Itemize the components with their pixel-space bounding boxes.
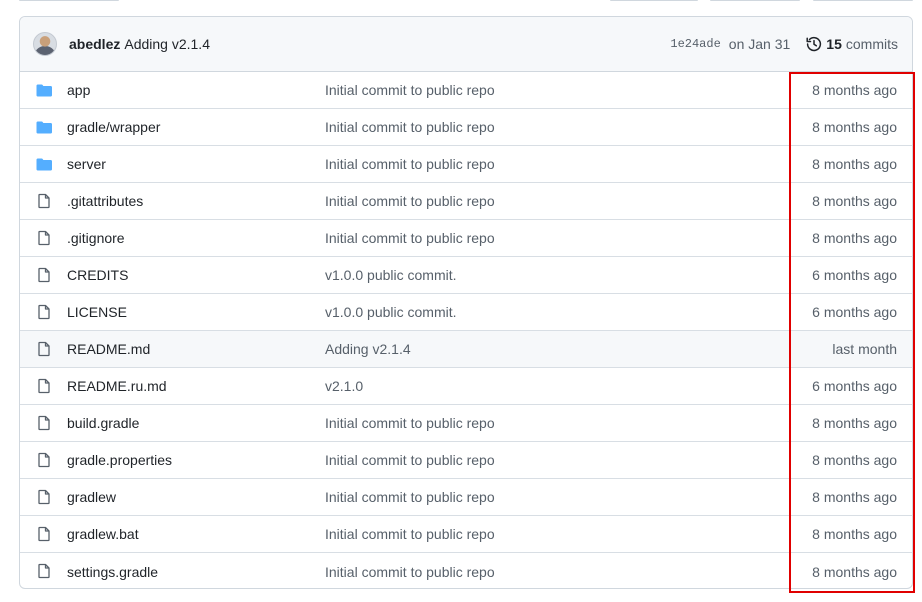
latest-commit-bar: abedlez Adding v2.1.4 1e24ade on Jan 31 … (20, 17, 912, 72)
file-icon (36, 452, 52, 468)
file-commit-age: 8 months ago (812, 489, 897, 505)
avatar[interactable] (33, 32, 57, 56)
file-row[interactable]: CREDITS v1.0.0 public commit. 6 months ago (20, 257, 912, 294)
file-row[interactable]: gradlew.bat Initial commit to public repo… (20, 516, 912, 553)
file-commit-message-link[interactable]: Initial commit to public repo (325, 452, 495, 468)
file-commit-message-link[interactable]: v2.1.0 (325, 378, 363, 394)
file-commit-age: 8 months ago (812, 230, 897, 246)
file-row[interactable]: README.md Adding v2.1.4 last month (20, 331, 912, 368)
commit-date: on Jan 31 (728, 36, 791, 52)
file-name-link[interactable]: .gitattributes (67, 193, 143, 209)
file-list: app Initial commit to public repo 8 months… (20, 72, 912, 588)
file-commit-message-link[interactable]: Initial commit to public repo (325, 119, 495, 135)
file-row[interactable]: gradle.properties Initial commit to publi… (20, 442, 912, 479)
file-commit-message-link[interactable]: Initial commit to public repo (325, 415, 495, 431)
file-name-link[interactable]: gradlew.bat (67, 526, 139, 542)
file-icon (36, 489, 52, 505)
file-name-link[interactable]: README.ru.md (67, 378, 167, 394)
commit-history-link[interactable]: 15 commits (806, 36, 898, 52)
file-commit-message-link[interactable]: Initial commit to public repo (325, 193, 495, 209)
file-icon (36, 378, 52, 394)
history-icon (806, 36, 822, 52)
file-commit-age: last month (832, 341, 897, 357)
top-toolbar-remnant (19, 0, 119, 1)
file-name-link[interactable]: settings.gradle (67, 564, 158, 580)
file-row[interactable]: .gitattributes Initial commit to public r… (20, 183, 912, 220)
file-commit-message-link[interactable]: Initial commit to public repo (325, 489, 495, 505)
file-name-link[interactable]: .gitignore (67, 230, 125, 246)
commits-count: 15 (826, 36, 842, 52)
file-commit-age: 8 months ago (812, 156, 897, 172)
file-row[interactable]: .gitignore Initial commit to public repo 8… (20, 220, 912, 257)
folder-icon (36, 156, 52, 172)
file-name-link[interactable]: server (67, 156, 106, 172)
file-commit-age: 6 months ago (812, 378, 897, 394)
top-toolbar-remnant (710, 0, 800, 1)
commit-author-link[interactable]: abedlez (69, 36, 120, 52)
file-name-link[interactable]: app (67, 82, 90, 98)
file-row[interactable]: LICENSE v1.0.0 public commit. 6 months ago (20, 294, 912, 331)
commits-label: commits (845, 36, 898, 52)
file-row[interactable]: server Initial commit to public repo 8 mon… (20, 146, 912, 183)
file-commit-age: 8 months ago (812, 119, 897, 135)
file-name-link[interactable]: build.gradle (67, 415, 139, 431)
folder-icon (36, 119, 52, 135)
file-name-link[interactable]: gradle/wrapper (67, 119, 160, 135)
file-commit-message-link[interactable]: Initial commit to public repo (325, 230, 495, 246)
file-icon (36, 193, 52, 209)
commit-message-link[interactable]: Adding v2.1.4 (124, 36, 210, 52)
file-commit-age: 8 months ago (812, 526, 897, 542)
file-row[interactable]: settings.gradle Initial commit to public … (20, 553, 912, 588)
file-commit-age: 8 months ago (812, 563, 897, 580)
file-name-link[interactable]: gradlew (67, 489, 116, 505)
top-toolbar-remnant (610, 0, 698, 1)
file-commit-message-link[interactable]: v1.0.0 public commit. (325, 267, 457, 283)
file-row[interactable]: build.gradle Initial commit to public rep… (20, 405, 912, 442)
file-commit-message-link[interactable]: Initial commit to public repo (325, 82, 495, 98)
file-commit-age: 8 months ago (812, 193, 897, 209)
file-commit-age: 6 months ago (812, 304, 897, 320)
file-name-link[interactable]: README.md (67, 341, 150, 357)
folder-icon (36, 82, 52, 98)
file-name-link[interactable]: LICENSE (67, 304, 127, 320)
file-name-link[interactable]: gradle.properties (67, 452, 172, 468)
file-commit-age: 8 months ago (812, 82, 897, 98)
file-row[interactable]: gradlew Initial commit to public repo 8 mo… (20, 479, 912, 516)
file-row[interactable]: gradle/wrapper Initial commit to public r… (20, 109, 912, 146)
file-commit-message-link[interactable]: Adding v2.1.4 (325, 341, 411, 357)
file-icon (36, 267, 52, 283)
file-commit-message-link[interactable]: Initial commit to public repo (325, 156, 495, 172)
file-commit-age: 6 months ago (812, 267, 897, 283)
file-commit-age: 8 months ago (812, 452, 897, 468)
file-icon (36, 304, 52, 320)
file-icon (36, 230, 52, 246)
file-name-link[interactable]: CREDITS (67, 267, 128, 283)
file-browser: abedlez Adding v2.1.4 1e24ade on Jan 31 … (19, 16, 913, 589)
file-row[interactable]: README.ru.md v2.1.0 6 months ago (20, 368, 912, 405)
file-row[interactable]: app Initial commit to public repo 8 months… (20, 72, 912, 109)
file-icon (36, 341, 52, 357)
file-commit-message-link[interactable]: v1.0.0 public commit. (325, 304, 457, 320)
commit-sha-link[interactable]: 1e24ade (670, 37, 720, 51)
file-icon (36, 526, 52, 542)
top-toolbar-remnant (813, 0, 913, 1)
file-icon (36, 415, 52, 431)
file-commit-message-link[interactable]: Initial commit to public repo (325, 526, 495, 542)
file-commit-age: 8 months ago (812, 415, 897, 431)
file-commit-message-link[interactable]: Initial commit to public repo (325, 564, 495, 580)
file-icon (36, 563, 52, 579)
